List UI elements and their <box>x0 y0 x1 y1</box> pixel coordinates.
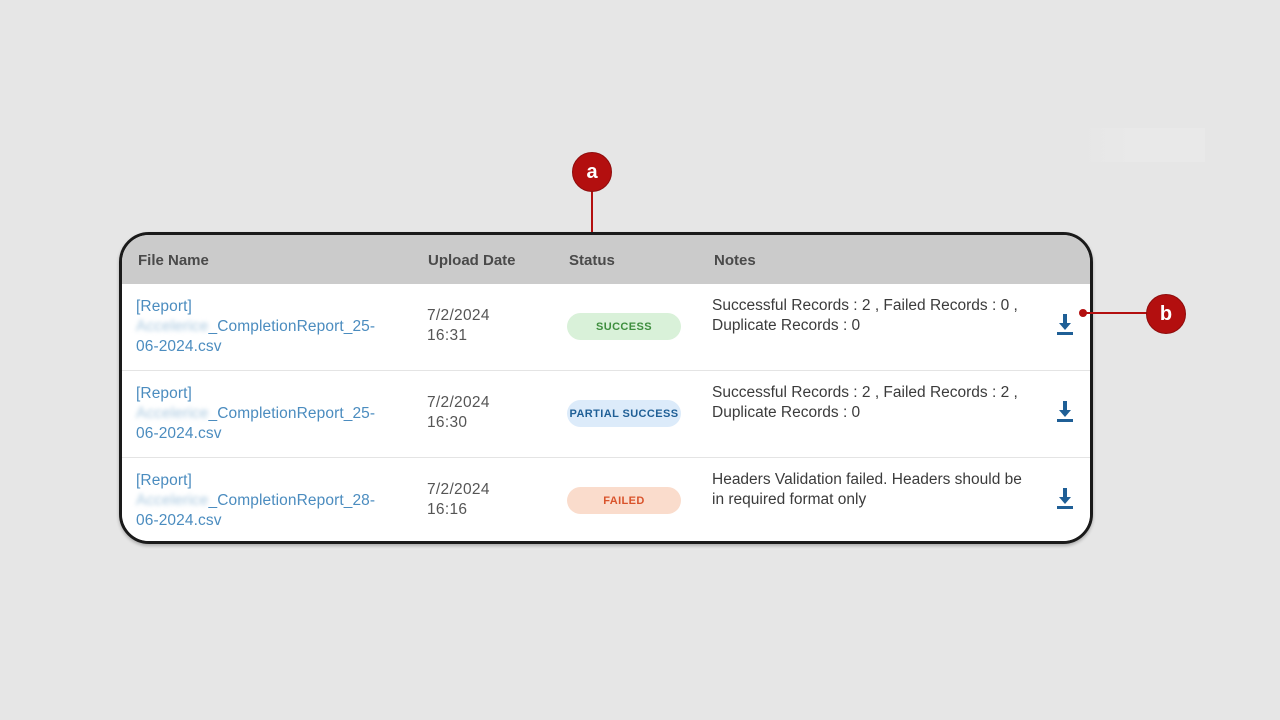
notes-line-1: Successful Records : 2 , Failed Records … <box>712 297 1018 314</box>
notes-line-2: Duplicate Records : 0 <box>712 317 861 334</box>
file-name-suffix: 06-2024.csv <box>136 425 222 442</box>
table-header: File Name Upload Date Status Notes <box>122 235 1090 284</box>
callout-a-label: a <box>586 160 598 183</box>
notes-line-2: in required format only <box>712 491 867 508</box>
download-icon[interactable] <box>1055 486 1075 510</box>
callout-b-line <box>1084 312 1150 314</box>
callout-a-marker: a <box>572 152 612 192</box>
notes-line-1: Headers Validation failed. Headers shoul… <box>712 471 1022 488</box>
notes-cell: Successful Records : 2 , Failed Records … <box>712 383 1052 423</box>
header-status: Status <box>569 252 615 269</box>
header-notes: Notes <box>714 252 756 269</box>
file-name-middle: _CompletionReport_25- <box>208 318 376 335</box>
table-row: [Report] Accelerice_CompletionReport_25-… <box>122 284 1090 370</box>
file-name-link[interactable]: [Report] Accelerice_CompletionReport_25-… <box>136 297 406 357</box>
status-badge-partial-success: PARTIAL SUCCESS <box>567 400 681 427</box>
file-name-suffix: 06-2024.csv <box>136 512 222 529</box>
upload-date-time: 16:16 <box>427 501 468 518</box>
callout-b-label: b <box>1159 302 1173 325</box>
upload-date-day: 7/2/2024 <box>427 481 490 498</box>
file-name-link[interactable]: [Report] Accelerice_CompletionReport_25-… <box>136 384 406 444</box>
file-name-redacted: Accelerice <box>136 405 209 422</box>
upload-date-time: 16:31 <box>427 327 468 344</box>
upload-date-day: 7/2/2024 <box>427 394 490 411</box>
file-name-suffix: 06-2024.csv <box>136 338 222 355</box>
header-file-name: File Name <box>138 252 209 269</box>
upload-date: 7/2/2024 16:16 <box>427 480 490 520</box>
file-name-middle: _CompletionReport_25- <box>208 405 376 422</box>
callout-b-marker: b <box>1146 294 1186 334</box>
table-row: [Report] Accelerice_CompletionReport_28-… <box>122 458 1090 541</box>
file-name-redacted: Accelerice <box>136 492 209 509</box>
status-badge-failed: FAILED <box>567 487 681 514</box>
background-smudge <box>1080 128 1205 162</box>
upload-date: 7/2/2024 16:30 <box>427 393 490 433</box>
download-icon[interactable] <box>1055 399 1075 423</box>
upload-date-time: 16:30 <box>427 414 468 431</box>
status-badge-success: SUCCESS <box>567 313 681 340</box>
upload-date-day: 7/2/2024 <box>427 307 490 324</box>
file-name-middle: _CompletionReport_28- <box>208 492 376 509</box>
download-icon[interactable] <box>1055 312 1075 336</box>
file-name-prefix: [Report] <box>136 298 192 315</box>
upload-history-table: File Name Upload Date Status Notes [Repo… <box>119 232 1093 544</box>
file-name-link[interactable]: [Report] Accelerice_CompletionReport_28-… <box>136 471 406 531</box>
table-row: [Report] Accelerice_CompletionReport_25-… <box>122 371 1090 457</box>
file-name-prefix: [Report] <box>136 385 192 402</box>
header-upload-date: Upload Date <box>428 252 516 269</box>
notes-cell: Successful Records : 2 , Failed Records … <box>712 296 1052 336</box>
file-name-prefix: [Report] <box>136 472 192 489</box>
notes-line-1: Successful Records : 2 , Failed Records … <box>712 384 1018 401</box>
upload-date: 7/2/2024 16:31 <box>427 306 490 346</box>
notes-cell: Headers Validation failed. Headers shoul… <box>712 470 1052 510</box>
notes-line-2: Duplicate Records : 0 <box>712 404 861 421</box>
file-name-redacted: Accelerice <box>136 318 209 335</box>
